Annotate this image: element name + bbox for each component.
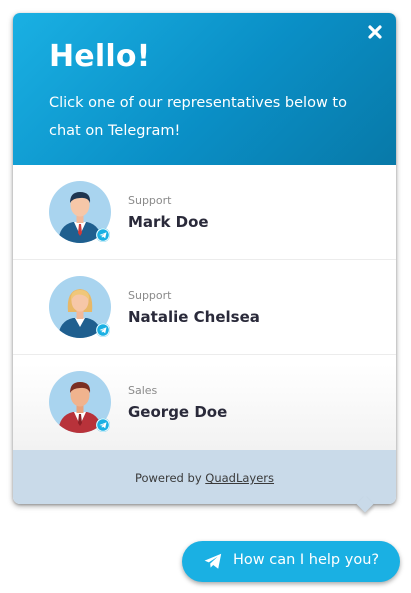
close-button[interactable] <box>365 22 385 42</box>
popup-intro: Click one of our representatives below t… <box>49 95 347 139</box>
close-icon <box>368 25 382 39</box>
chat-popup: Hello! Click one of our representatives … <box>13 13 396 504</box>
agent-name: Mark Doe <box>128 213 209 231</box>
agent-row-mark-doe[interactable]: Support Mark Doe <box>13 165 396 260</box>
telegram-plane-icon <box>204 553 222 569</box>
launcher-label: How can I help you? <box>233 552 380 568</box>
agent-role: Sales <box>128 384 158 397</box>
agent-role: Support <box>128 289 172 302</box>
popup-title: Hello! <box>49 39 151 74</box>
popup-footer: Powered by QuadLayers <box>13 450 396 504</box>
agent-row-george-doe[interactable]: Sales George Doe <box>13 355 396 450</box>
telegram-icon <box>96 228 110 242</box>
agent-role: Support <box>128 194 172 207</box>
agent-row-natalie-chelsea[interactable]: Support Natalie Chelsea <box>13 260 396 355</box>
agent-name: Natalie Chelsea <box>128 308 260 326</box>
quadlayers-link[interactable]: QuadLayers <box>205 471 274 485</box>
popup-header: Hello! Click one of our representatives … <box>13 13 396 165</box>
agent-list: Support Mark Doe Support Natalie Chelsea… <box>13 165 396 450</box>
telegram-icon <box>96 418 110 432</box>
powered-by-text: Powered by <box>134 471 202 485</box>
agent-name: George Doe <box>128 403 228 421</box>
female-agent-avatar <box>49 276 111 338</box>
male-agent-avatar <box>49 181 111 243</box>
male-agent-avatar <box>49 371 111 433</box>
telegram-icon <box>96 323 110 337</box>
chat-launcher-button[interactable]: How can I help you? <box>182 541 400 582</box>
